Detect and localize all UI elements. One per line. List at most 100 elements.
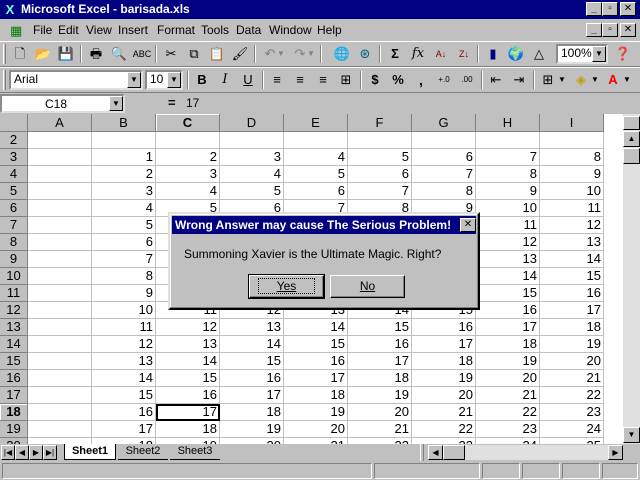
prev-sheet-button[interactable]: ◀	[15, 445, 29, 460]
cell[interactable]: 14	[92, 370, 156, 387]
cell[interactable]: 16	[156, 387, 220, 404]
drawing-icon[interactable]: △	[528, 43, 550, 65]
scroll-up-button[interactable]: ▲	[623, 131, 640, 147]
align-right-icon[interactable]: ≡	[312, 69, 334, 91]
cell[interactable]: 17	[540, 302, 604, 319]
cell[interactable]: 8	[92, 268, 156, 285]
cell[interactable]	[92, 132, 156, 149]
tab-sheet1[interactable]: Sheet1	[64, 444, 116, 460]
cell[interactable]: 8	[476, 166, 540, 183]
cell[interactable]: 9	[476, 183, 540, 200]
column-header-f[interactable]: F	[348, 114, 412, 132]
borders-dropdown-icon[interactable]: ▼	[557, 69, 567, 91]
row-header[interactable]: 2	[0, 132, 28, 149]
cell[interactable]: 14	[156, 353, 220, 370]
cell[interactable]	[28, 336, 92, 353]
fill-color-icon[interactable]: ◈	[570, 69, 592, 91]
close-button[interactable]: ✕	[620, 2, 636, 16]
cell[interactable]: 15	[284, 336, 348, 353]
cell[interactable]: 16	[348, 336, 412, 353]
cell[interactable]: 8	[540, 149, 604, 166]
cell[interactable]: 15	[156, 370, 220, 387]
cell[interactable]	[28, 353, 92, 370]
cell[interactable]: 7	[412, 166, 476, 183]
chart-wizard-icon[interactable]: ▮	[482, 43, 504, 65]
doc-close-button[interactable]: ✕	[620, 23, 636, 37]
cell[interactable]: 16	[412, 319, 476, 336]
row-header[interactable]: 10	[0, 268, 28, 285]
cell[interactable]: 2	[156, 149, 220, 166]
cell[interactable]: 19	[540, 336, 604, 353]
cell[interactable]	[412, 132, 476, 149]
cell[interactable]: 21	[540, 370, 604, 387]
cell[interactable]: 23	[476, 421, 540, 438]
cell[interactable]: 5	[220, 183, 284, 200]
workbook-icon[interactable]: ▦	[10, 23, 26, 38]
chevron-down-icon[interactable]: ▼	[167, 72, 181, 88]
chevron-down-icon[interactable]: ▼	[127, 72, 141, 88]
doc-minimize-button[interactable]: _	[586, 23, 602, 37]
cell[interactable]: 17	[92, 421, 156, 438]
save-icon[interactable]: 💾	[55, 43, 77, 65]
align-left-icon[interactable]: ≡	[266, 69, 288, 91]
format-painter-icon[interactable]: 🖌	[229, 43, 251, 65]
cell[interactable]: 16	[284, 353, 348, 370]
row-header[interactable]: 7	[0, 217, 28, 234]
cell[interactable]: 19	[348, 387, 412, 404]
cell[interactable]: 18	[156, 421, 220, 438]
column-header-i[interactable]: I	[540, 114, 604, 132]
cell[interactable]	[28, 387, 92, 404]
cell[interactable]: 20	[412, 387, 476, 404]
split-box[interactable]	[623, 116, 640, 130]
bold-icon[interactable]: B	[191, 69, 213, 91]
increase-decimal-icon[interactable]: +.0	[433, 69, 455, 91]
cell[interactable]: 5	[92, 217, 156, 234]
font-name-combo[interactable]: Arial ▼	[9, 70, 143, 90]
cell[interactable]: 21	[412, 404, 476, 421]
comma-style-icon[interactable]: ,	[410, 69, 432, 91]
cell[interactable]: 12	[156, 319, 220, 336]
row-header[interactable]: 8	[0, 234, 28, 251]
yes-button[interactable]: Yes	[248, 274, 325, 299]
cell[interactable]: 3	[220, 149, 284, 166]
menu-data[interactable]: Data	[236, 23, 261, 38]
cell[interactable]: 20	[348, 404, 412, 421]
scroll-thumb[interactable]	[623, 148, 640, 164]
cell[interactable]: 21	[476, 387, 540, 404]
font-color-icon[interactable]: A	[602, 69, 624, 91]
cell[interactable]: 12	[92, 336, 156, 353]
active-cell[interactable]: 17	[156, 404, 220, 421]
chevron-down-icon[interactable]: ▼	[592, 46, 606, 62]
cell[interactable]: 11	[540, 200, 604, 217]
column-header-h[interactable]: H	[476, 114, 540, 132]
cell[interactable]	[28, 166, 92, 183]
cell[interactable]: 15	[92, 387, 156, 404]
open-icon[interactable]: 📂	[32, 43, 54, 65]
cell[interactable]: 20	[540, 353, 604, 370]
tab-split-box[interactable]	[420, 444, 424, 461]
cell[interactable]: 22	[412, 421, 476, 438]
row-header[interactable]: 6	[0, 200, 28, 217]
cell[interactable]: 18	[284, 387, 348, 404]
cell[interactable]: 3	[156, 166, 220, 183]
cell[interactable]: 11	[92, 319, 156, 336]
title-bar[interactable]: X Microsoft Excel - barisada.xls _ ▫ ✕	[0, 0, 640, 19]
select-all-corner[interactable]	[0, 114, 28, 132]
cell[interactable]: 22	[540, 387, 604, 404]
first-sheet-button[interactable]: |◀	[1, 445, 15, 460]
chevron-down-icon[interactable]: ▼	[109, 96, 123, 111]
menu-tools[interactable]: Tools	[201, 23, 229, 38]
undo-dropdown-icon[interactable]: ▼	[276, 43, 286, 65]
percent-icon[interactable]: %	[387, 69, 409, 91]
print-preview-icon[interactable]: 🔍	[108, 43, 130, 65]
menu-insert[interactable]: Insert	[118, 23, 148, 38]
hscroll-thumb[interactable]	[443, 445, 465, 460]
insert-hyperlink-icon[interactable]: 🌐	[331, 43, 353, 65]
cell[interactable]: 3	[92, 183, 156, 200]
cell[interactable]	[220, 132, 284, 149]
cell[interactable]: 23	[540, 404, 604, 421]
cell[interactable]: 17	[476, 319, 540, 336]
column-header-c[interactable]: C	[156, 114, 220, 132]
cell[interactable]: 4	[156, 183, 220, 200]
cell[interactable]: 17	[412, 336, 476, 353]
